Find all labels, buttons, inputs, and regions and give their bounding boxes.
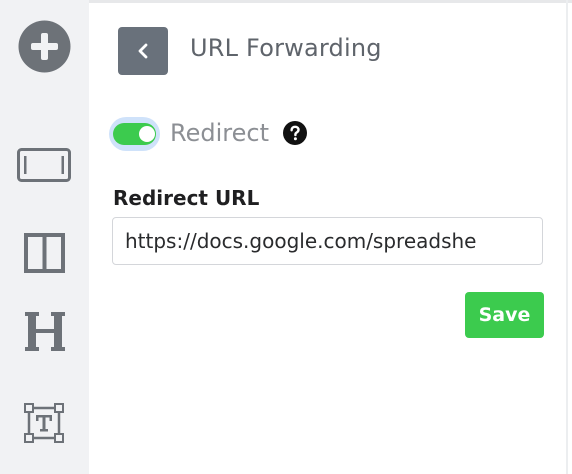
redirect-url-label: Redirect URL — [113, 186, 260, 210]
chevron-left-icon — [138, 43, 148, 59]
text-block-icon[interactable] — [24, 403, 64, 443]
save-button[interactable]: Save — [465, 292, 544, 338]
heading-icon[interactable] — [24, 311, 66, 352]
question-circle-icon[interactable] — [283, 121, 307, 145]
redirect-toggle[interactable] — [109, 117, 160, 151]
panel-divider — [566, 0, 568, 474]
toggle-knob — [139, 126, 155, 142]
add-circle-icon[interactable] — [18, 20, 71, 73]
columns-icon[interactable] — [24, 233, 65, 273]
page-title: URL Forwarding — [190, 34, 382, 62]
button-block-icon[interactable] — [17, 148, 71, 182]
toggle-track — [113, 123, 156, 145]
sidebar — [0, 0, 89, 474]
back-button[interactable] — [118, 27, 168, 75]
redirect-label: Redirect — [170, 119, 269, 147]
redirect-url-input[interactable] — [112, 217, 543, 265]
